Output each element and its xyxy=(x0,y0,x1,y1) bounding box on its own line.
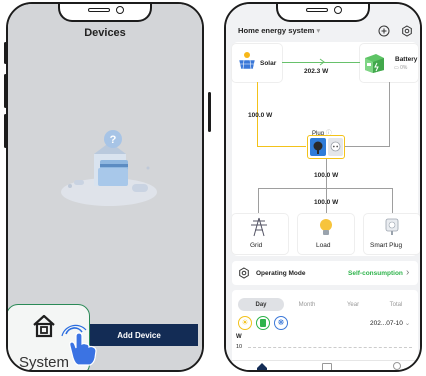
svg-text:?: ? xyxy=(110,134,117,146)
energy-phone: Home energy system ▾ Solar Battery ▭ 0% … xyxy=(224,2,422,372)
system-title[interactable]: Home energy system ▾ xyxy=(238,26,320,35)
solar-label: Solar xyxy=(260,60,277,67)
devices-phone: Devices ? Add Device System xyxy=(6,2,204,372)
empty-devices-illustration: ? xyxy=(61,130,157,206)
bus-power: 100.0 W xyxy=(314,199,339,206)
solar-plug-line xyxy=(257,146,306,147)
y-axis-tick: 10 xyxy=(236,344,243,350)
bus-drop-grid xyxy=(258,188,259,214)
period-tab-year[interactable]: Year xyxy=(330,298,376,311)
phone-notch xyxy=(276,4,370,22)
socket-icon xyxy=(330,141,341,152)
energy-screen: Home energy system ▾ Solar Battery ▭ 0% … xyxy=(226,4,420,370)
flow-arrow-icon xyxy=(319,58,325,66)
nav-profile-icon[interactable] xyxy=(393,362,401,370)
load-node[interactable]: Load xyxy=(298,214,354,254)
settings-hex-icon xyxy=(239,267,249,279)
nav-home-icon[interactable] xyxy=(256,362,268,372)
smart-plug-node[interactable]: Smart Plug xyxy=(364,214,420,254)
bus-line xyxy=(258,188,392,189)
battery-icon xyxy=(365,54,384,73)
home-icon xyxy=(33,314,55,338)
battery-node[interactable]: Battery ▭ 0% xyxy=(360,44,418,82)
nav-devices-icon[interactable] xyxy=(322,363,332,370)
tap-hand-icon xyxy=(61,324,97,366)
smart-plug-icon xyxy=(385,218,399,235)
solar-power: 202.3 W xyxy=(304,68,329,75)
chevron-right-icon: › xyxy=(406,267,410,278)
plug-out-power: 100.0 W xyxy=(314,172,339,179)
filter-grid-icon[interactable]: ❋ xyxy=(274,316,288,330)
energy-flow-card: Solar Battery ▭ 0% 202.3 W 100.0 W Plug … xyxy=(232,42,420,256)
smart-plug-label: Smart Plug xyxy=(370,242,403,249)
period-tab-month[interactable]: Month xyxy=(284,298,330,311)
filter-solar-icon[interactable]: ☀ xyxy=(238,316,252,330)
grid-tower-icon xyxy=(251,217,267,237)
battery-label: Battery xyxy=(395,56,418,63)
grid-node[interactable]: Grid xyxy=(232,214,288,254)
chart-gridline xyxy=(248,347,412,348)
lightbulb-icon xyxy=(320,219,332,235)
solar-panel-icon xyxy=(238,52,256,70)
date-selector[interactable]: 202...07-10 ⌄ xyxy=(370,319,410,327)
solar-node[interactable]: Solar xyxy=(232,44,282,82)
chart-unit: W xyxy=(236,334,242,340)
operating-mode-value: Self-consumption xyxy=(348,270,403,277)
battery-level: ▭ 0% xyxy=(394,65,408,71)
page-title: Devices xyxy=(84,27,126,39)
settings-icon[interactable] xyxy=(401,25,413,37)
plug-icon xyxy=(313,141,323,154)
plug-output-line xyxy=(326,159,327,219)
period-tab-day[interactable]: Day xyxy=(238,298,284,311)
load-label: Load xyxy=(316,242,331,249)
filter-battery-icon[interactable] xyxy=(256,316,270,330)
operating-mode-row[interactable]: Operating Mode Self-consumption › xyxy=(232,261,418,285)
battery-plug-line xyxy=(344,146,390,147)
period-tab-total[interactable]: Total xyxy=(376,298,416,311)
bus-drop-plug xyxy=(392,188,393,214)
grid-label: Grid xyxy=(250,242,263,249)
phone-side-button xyxy=(208,92,211,132)
operating-mode-label: Operating Mode xyxy=(256,270,306,277)
phone-notch xyxy=(58,4,152,22)
add-icon[interactable] xyxy=(378,25,390,37)
plug-node[interactable] xyxy=(307,135,345,159)
solar-to-plug-power: 100.0 W xyxy=(248,112,273,119)
devices-screen: Devices ? Add Device System xyxy=(8,4,202,370)
battery-plug-line xyxy=(389,82,390,146)
